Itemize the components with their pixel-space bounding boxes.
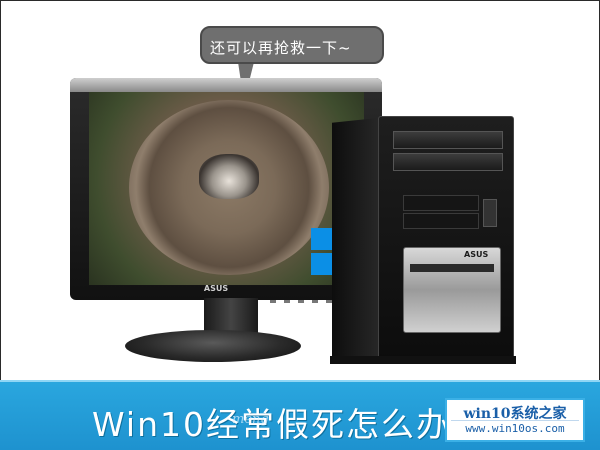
raccoon-image — [199, 154, 259, 199]
drive-bay-2 — [403, 213, 479, 229]
monitor-stand-base — [125, 330, 301, 362]
signature-mark: meng — [232, 412, 269, 427]
monitor-top-bezel — [70, 78, 382, 92]
pc-tower: ASUS — [378, 116, 514, 364]
tower-front-panel: ASUS — [403, 247, 501, 333]
speech-bubble-text: 还可以再抢救一下~ — [210, 39, 352, 57]
tower-foot — [330, 356, 516, 364]
illustration-scene: 还可以再抢救一下~ ASUS ASUS — [0, 0, 600, 380]
watermark-url: www.win10os.com — [465, 422, 565, 435]
banner-top-line — [0, 380, 600, 382]
monitor-brand-logo: ASUS — [203, 284, 229, 293]
speech-bubble: 还可以再抢救一下~ — [200, 26, 384, 64]
tower-side-panel — [332, 117, 384, 363]
banner-title: Win10经常假死怎么办 — [92, 405, 451, 444]
monitor-screen-wallpaper — [89, 92, 364, 285]
optical-drive — [393, 131, 503, 149]
front-usb-ports — [483, 199, 497, 227]
watermark-divider — [451, 420, 579, 421]
tower-brand-logo: ASUS — [464, 250, 489, 259]
drive-bay — [403, 195, 479, 211]
panel-indicator-strip — [410, 264, 494, 272]
optical-drive-2 — [393, 153, 503, 171]
site-watermark: win10系统之家 www.win10os.com — [445, 398, 585, 442]
